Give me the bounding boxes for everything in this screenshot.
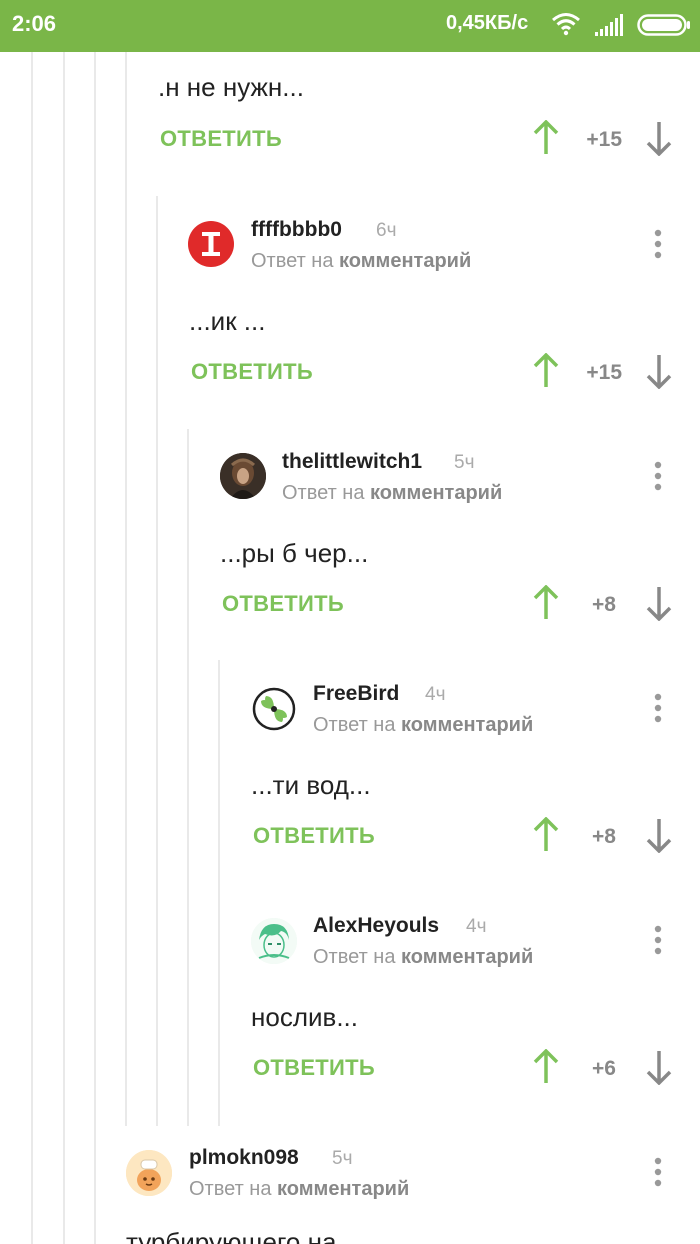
arrow-down-icon[interactable]: [645, 353, 673, 389]
reply-to-prefix: Ответ на: [313, 714, 396, 736]
thread-line: [156, 196, 158, 1126]
arrow-down-icon[interactable]: [645, 120, 673, 156]
reply-to-link[interactable]: комментарий: [277, 1178, 409, 1200]
more-vertical-icon[interactable]: [654, 693, 662, 723]
time-ago: 4ч: [466, 916, 487, 937]
avatar[interactable]: [220, 453, 266, 499]
arrow-up-icon[interactable]: [532, 817, 560, 853]
thread-line: [31, 52, 33, 1244]
reply-to-link[interactable]: комментарий: [370, 482, 502, 504]
arrow-up-icon[interactable]: [532, 1049, 560, 1085]
reply-to-prefix: Ответ на: [251, 250, 334, 272]
comment-text: нослив...: [251, 1002, 358, 1032]
arrow-up-icon[interactable]: [532, 353, 560, 389]
time-ago: 5ч: [454, 452, 475, 473]
thread-line: [125, 52, 127, 1126]
avatar[interactable]: [251, 918, 297, 964]
thread-line: [94, 52, 96, 1244]
reply-to-prefix: Ответ на: [189, 1178, 272, 1200]
more-vertical-icon[interactable]: [654, 1157, 662, 1187]
user-avatar-icon: [202, 232, 220, 256]
thread-line: [187, 429, 189, 1126]
comment-rating: +15: [586, 128, 622, 151]
reply-to: Ответ на комментарий: [282, 482, 502, 505]
comment-text: ...ти вод...: [251, 770, 371, 800]
thread-line: [218, 660, 220, 1126]
time-ago: 5ч: [332, 1148, 353, 1169]
username[interactable]: FreeBird: [313, 682, 399, 706]
reply-to-link[interactable]: комментарий: [401, 714, 533, 736]
comment-rating: +8: [592, 593, 616, 616]
comment-text: ...ик ...: [189, 306, 266, 336]
reply-to: Ответ на комментарий: [189, 1178, 409, 1201]
reply-button[interactable]: ОТВЕТИТЬ: [253, 823, 375, 849]
more-vertical-icon[interactable]: [654, 925, 662, 955]
reply-to: Ответ на комментарий: [313, 946, 533, 969]
arrow-down-icon[interactable]: [645, 817, 673, 853]
comment-text: турбирующего на: [126, 1227, 337, 1244]
reply-to-prefix: Ответ на: [313, 946, 396, 968]
fan-icon: [252, 687, 296, 731]
username[interactable]: AlexHeyouls: [313, 914, 439, 938]
more-vertical-icon[interactable]: [654, 461, 662, 491]
comments-feed[interactable]: .н не нужн... ОТВЕТИТЬ +15 ffffbbbb0 6ч …: [0, 52, 700, 1244]
comment-rating: +8: [592, 825, 616, 848]
signal-icon: [595, 14, 623, 36]
arrow-down-icon[interactable]: [645, 585, 673, 621]
arrow-up-icon[interactable]: [532, 585, 560, 621]
reply-button[interactable]: ОТВЕТИТЬ: [222, 591, 344, 617]
avatar[interactable]: [188, 221, 234, 267]
user-avatar-icon: [220, 453, 266, 499]
more-vertical-icon[interactable]: [654, 229, 662, 259]
user-avatar-icon: [251, 918, 297, 964]
reply-button[interactable]: ОТВЕТИТЬ: [253, 1055, 375, 1081]
comment-rating: +6: [592, 1057, 616, 1080]
thread-line: [63, 52, 65, 1244]
username[interactable]: plmokn098: [189, 1146, 299, 1170]
avatar[interactable]: [126, 1150, 172, 1196]
comment-text: .н не нужн...: [158, 72, 304, 102]
avatar[interactable]: [251, 686, 297, 732]
reply-to-prefix: Ответ на: [282, 482, 365, 504]
arrow-down-icon[interactable]: [645, 1049, 673, 1085]
reply-to-link[interactable]: комментарий: [339, 250, 471, 272]
battery-icon: [637, 14, 690, 36]
time-ago: 6ч: [376, 220, 397, 241]
comment-rating: +15: [586, 361, 622, 384]
reply-to-link[interactable]: комментарий: [401, 946, 533, 968]
wifi-icon: [552, 13, 580, 36]
username[interactable]: ffffbbbb0: [251, 218, 342, 242]
reply-to: Ответ на комментарий: [251, 250, 471, 273]
status-time: 2:06: [12, 11, 57, 36]
reply-button[interactable]: ОТВЕТИТЬ: [160, 126, 282, 152]
status-bar: 2:06 0,45КБ/с: [0, 0, 700, 52]
reply-button[interactable]: ОТВЕТИТЬ: [191, 359, 313, 385]
arrow-up-icon[interactable]: [532, 120, 560, 156]
network-speed: 0,45КБ/с: [446, 12, 529, 34]
time-ago: 4ч: [425, 684, 446, 705]
user-avatar-icon: [126, 1150, 172, 1196]
reply-to: Ответ на комментарий: [313, 714, 533, 737]
comment-text: ...ры б чер...: [220, 538, 369, 568]
username[interactable]: thelittlewitch1: [282, 450, 422, 474]
